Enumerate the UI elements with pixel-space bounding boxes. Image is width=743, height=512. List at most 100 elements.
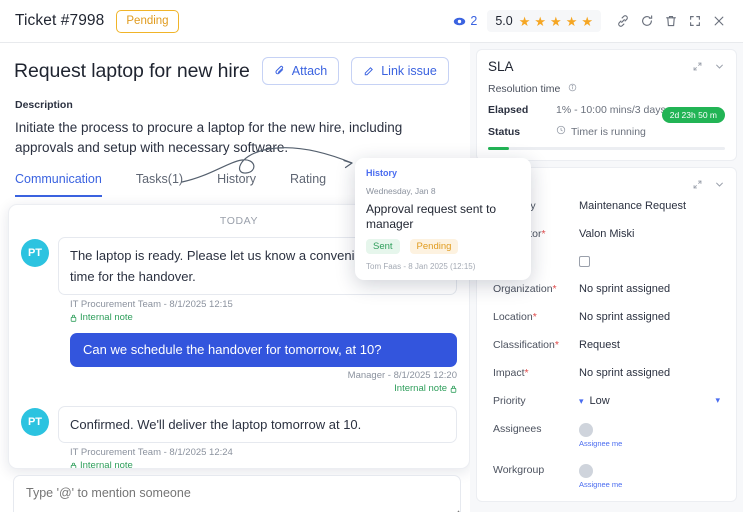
sla-card-actions [692,61,725,72]
info-icon[interactable] [568,83,577,95]
message-author-time: IT Procurement Team - 8/1/2025 12:24 [70,447,233,458]
status-badge[interactable]: Pending [116,9,179,33]
chevron-down-icon[interactable] [714,179,725,190]
views-count-label: 2 [470,14,478,28]
expand-icon[interactable] [692,61,703,72]
tab-tasks[interactable]: Tasks(1) [136,172,183,197]
field-label: Location* [493,311,537,323]
internal-note-flag: Internal note [21,383,457,394]
rating-value: 5.0 [495,14,513,28]
refresh-icon[interactable] [635,9,659,33]
field-value: Maintenance Request [579,200,687,212]
popup-date: Wednesday, Jan 8 [366,186,436,196]
chevron-down-icon[interactable]: ▾ [715,395,720,406]
field-workgroup[interactable]: Workgroup Assignee me [488,456,725,497]
message-item: PT Confirmed. We'll deliver the laptop t… [21,406,457,443]
tab-rating[interactable]: Rating [290,172,326,197]
message-meta: Manager - 8/1/2025 12:20 Internal note [21,370,457,394]
rating-widget[interactable]: 5.0 ★ ★ ★ ★ ★ [487,10,601,32]
avatar: PT [21,408,49,436]
tab-history[interactable]: History [217,172,256,197]
sla-status-value: Timer is running [571,125,646,138]
message-item: Can we schedule the handover for tomorro… [21,333,457,394]
history-popup-card: History Wednesday, Jan 8 Approval reques… [355,158,531,280]
link-issue-button[interactable]: Link issue [351,57,449,85]
lock-icon [70,314,77,322]
star-icon[interactable]: ★ [581,15,593,28]
tab-communication[interactable]: Communication [15,172,102,197]
field-location[interactable]: Location* No sprint assigned [488,303,725,331]
attach-button-label: Attach [291,64,328,78]
star-icon[interactable]: ★ [534,15,546,28]
attach-button[interactable]: Attach [261,57,340,85]
field-value [579,256,590,267]
message-composer: Public note ▾ [13,475,461,512]
sla-status-value-wrap: Timer is running [556,125,646,138]
field-value-wrap: Assignee me [579,464,622,489]
field-priority[interactable]: Priority ▾ Low ▾ [488,387,725,415]
page-title: Request laptop for new hire [14,59,250,82]
eye-icon [453,15,466,28]
popup-footer: Tom Faas - 8 Jan 2025 (12:15) [366,262,476,271]
avatar: PT [21,239,49,267]
field-value: No sprint assigned [579,283,671,295]
pencil-icon [363,65,375,77]
message-author-time: Manager - 8/1/2025 12:20 [347,370,457,381]
expand-icon[interactable] [692,179,703,190]
star-icon[interactable]: ★ [519,15,531,28]
expand-icon[interactable] [683,9,707,33]
sla-card-header: SLA [488,59,725,74]
internal-note-flag: Internal note [70,312,457,323]
link-icon[interactable] [611,9,635,33]
message-text: Can we schedule the handover for tomorro… [70,333,457,367]
field-impact[interactable]: Impact* No sprint assigned [488,359,725,387]
sla-resolution-label: Resolution time [488,83,561,95]
views-counter: 2 [453,14,477,28]
sla-card: SLA Resolution time Elapsed 1% - 10:00 m… [476,49,737,161]
field-value: Request [579,339,620,351]
clock-icon [556,125,566,138]
star-icon[interactable]: ★ [550,15,562,28]
star-icon[interactable]: ★ [566,15,578,28]
message-meta: IT Procurement Team - 8/1/2025 12:24 Int… [70,447,457,469]
internal-note-label: Internal note [80,460,133,469]
required-marker: * [554,339,559,351]
message-input[interactable] [13,475,461,512]
field-value: No sprint assigned [579,311,671,323]
field-label: Organization* [493,283,557,295]
popup-tags: Sent Pending [366,239,520,254]
internal-note-flag: Internal note [70,460,457,469]
avatar [579,423,593,437]
field-label: Priority [493,395,526,407]
details-card-actions [692,179,725,190]
lock-icon [70,462,77,468]
sla-countdown-badge: 2d 23h 50 m [661,107,725,123]
paperclip-icon [274,65,286,77]
sla-resolution-row: Resolution time [488,83,725,95]
checkbox[interactable] [579,256,590,267]
field-value-wrap: ▾ Low [579,395,610,407]
description-body: Initiate the process to procure a laptop… [15,120,403,155]
field-value: Valon Miski [579,228,635,240]
required-marker: * [524,367,529,379]
popup-title: History [366,168,398,178]
field-classification[interactable]: Classification* Request [488,331,725,359]
field-label: Impact* [493,367,529,379]
popup-headline: Approval request sent to manager [366,202,497,231]
assign-me-link[interactable]: Assignee me [579,439,622,448]
field-assignees[interactable]: Assignees Assignee me [488,415,725,456]
required-marker: * [552,283,557,295]
internal-note-label: Internal note [394,383,447,394]
lock-icon [450,385,457,393]
sla-progress-bar [488,147,725,150]
close-icon[interactable] [707,9,731,33]
assign-me-link[interactable]: Assignee me [579,480,622,489]
chevron-down-icon[interactable] [714,61,725,72]
trash-icon[interactable] [659,9,683,33]
avatar [579,464,593,478]
message-author-time: IT Procurement Team - 8/1/2025 12:15 [70,299,233,310]
top-bar-actions: 2 5.0 ★ ★ ★ ★ ★ [453,9,743,33]
chevron-down-icon[interactable]: ▾ [579,396,584,407]
link-issue-button-label: Link issue [381,64,437,78]
required-marker: * [532,311,537,323]
